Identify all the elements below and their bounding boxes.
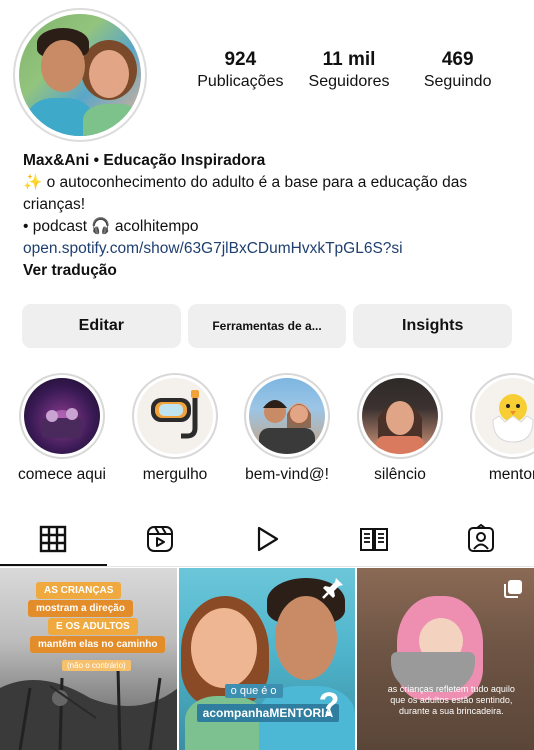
bio-podcast: • podcast 🎧 acolhitempo xyxy=(23,218,199,235)
carousel-icon xyxy=(504,580,523,598)
snorkel-icon xyxy=(151,390,199,439)
profile-avatar[interactable] xyxy=(13,8,147,142)
guide-icon xyxy=(359,528,388,551)
highlight-ring xyxy=(357,373,443,459)
profile-stats: 924 Publicações 11 mil Seguidores 469 Se… xyxy=(186,48,512,92)
tab-videos[interactable] xyxy=(214,512,321,566)
profile-name: Max&Ani • Educação Inspiradora xyxy=(23,152,266,169)
grid-icon xyxy=(40,525,67,553)
tools-button[interactable]: Ferramentas de a... xyxy=(187,304,347,348)
highlight-label: mergulho xyxy=(142,466,208,483)
profile-tabs xyxy=(0,512,534,566)
woman-portrait xyxy=(376,401,424,454)
tab-reels[interactable] xyxy=(107,512,214,566)
stat-value: 469 xyxy=(441,49,474,70)
profile-bio: Max&Ani • Educação Inspiradora ✨ o autoc… xyxy=(23,150,523,282)
highlight-label: comece aqui xyxy=(18,466,106,483)
profile-actions: Editar Ferramentas de a... Insights xyxy=(22,304,513,348)
translate-link[interactable]: Ver tradução xyxy=(23,260,523,282)
highlight-bem-vindo[interactable]: bem-vind@! xyxy=(242,373,332,485)
stat-value: 11 mil xyxy=(322,49,376,70)
highlight-label: bem-vind@! xyxy=(245,466,329,483)
stat-posts[interactable]: 924 Publicações xyxy=(186,48,295,92)
stat-label: Seguindo xyxy=(423,73,492,90)
highlight-label: silêncio xyxy=(374,466,426,483)
highlight-ring xyxy=(19,373,105,459)
highlight-mergulho[interactable]: mergulho xyxy=(130,373,220,485)
stat-followers[interactable]: 11 mil Seguidores xyxy=(295,48,404,92)
post-thumbnail[interactable]: o que é o acompanhaMENTORIA ? xyxy=(178,568,356,750)
edit-button[interactable]: Editar xyxy=(22,304,181,348)
tab-tagged[interactable] xyxy=(427,512,534,566)
stat-label: Publicações xyxy=(197,73,284,90)
hatching-chick-icon xyxy=(492,394,534,443)
tagged-icon xyxy=(467,524,494,552)
highlight-cover xyxy=(475,378,534,454)
post-text-4: mantêm elas no caminho xyxy=(30,636,166,653)
post-text-1: AS CRIANÇAS xyxy=(36,582,122,599)
post-thumbnail[interactable]: as crianças refletem tudo aquilo que os … xyxy=(357,568,534,750)
avatar-photo xyxy=(19,14,141,136)
highlight-cover xyxy=(137,378,213,454)
tab-grid[interactable] xyxy=(0,512,107,566)
reels-icon xyxy=(147,526,174,552)
stat-value: 924 xyxy=(224,49,257,70)
stat-following[interactable]: 469 Seguindo xyxy=(403,48,512,92)
highlight-ring xyxy=(244,373,330,459)
pin-icon xyxy=(322,578,344,599)
stat-label: Seguidores xyxy=(308,73,390,90)
post-text-1: o que é o xyxy=(224,684,283,698)
tabs-divider xyxy=(0,566,534,567)
highlight-comece-aqui[interactable]: comece aqui xyxy=(17,373,107,485)
campfire-image xyxy=(42,408,82,438)
couple-photo xyxy=(259,400,315,454)
tab-guides[interactable] xyxy=(320,512,427,566)
posts-grid: AS CRIANÇAS mostram a direção E OS ADULT… xyxy=(0,568,534,750)
highlight-label: mentor xyxy=(488,466,534,483)
play-icon xyxy=(257,526,279,552)
highlight-silencio[interactable]: silêncio xyxy=(355,373,445,485)
post-text-3: E OS ADULTOS xyxy=(48,618,138,635)
highlight-ring xyxy=(132,373,218,459)
bio-link[interactable]: open.spotify.com/show/63G7jlBxCDumHvxkTp… xyxy=(23,238,523,260)
story-highlights: comece aqui mergulho bem-vind@! silêncio… xyxy=(0,373,534,493)
highlight-ring xyxy=(470,373,534,459)
highlight-cover xyxy=(362,378,438,454)
bio-text: ✨ o autoconhecimento do adulto é a base … xyxy=(23,174,468,213)
highlight-mentoria[interactable]: mentor xyxy=(468,373,534,485)
post-text-2: mostram a direção xyxy=(28,600,133,617)
post-caption: as crianças refletem tudo aquilo que os … xyxy=(387,684,515,716)
highlight-cover xyxy=(249,378,325,454)
post-thumbnail[interactable]: AS CRIANÇAS mostram a direção E OS ADULT… xyxy=(0,568,177,750)
highlight-cover xyxy=(24,378,100,454)
insights-button[interactable]: Insights xyxy=(353,304,513,348)
question-mark: ? xyxy=(318,686,340,724)
post-text-5: (não o contrário) xyxy=(62,660,131,671)
